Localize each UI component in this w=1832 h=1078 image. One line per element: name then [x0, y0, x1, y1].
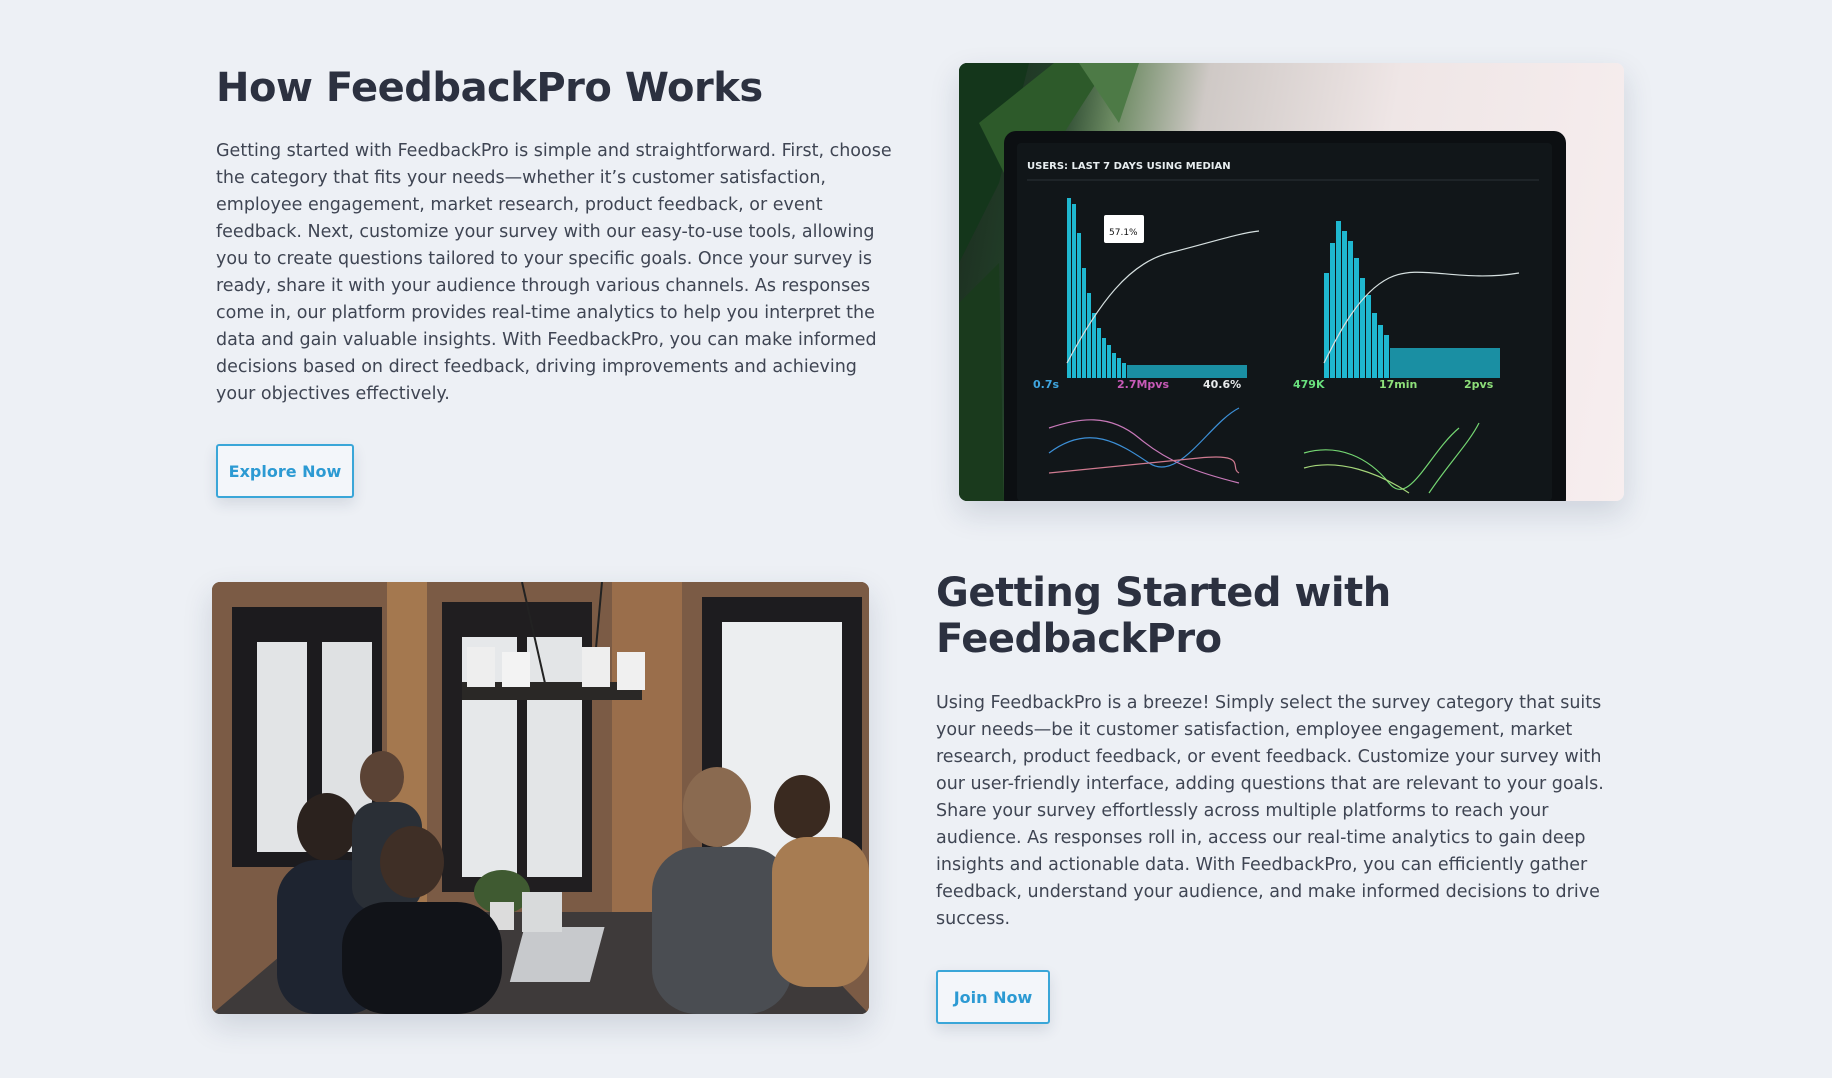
section-body-how-it-works: Getting started with FeedbackPro is simp…: [216, 141, 892, 404]
dashboard-laptop-image: USERS: LAST 7 DAYS USING MEDIAN 57.1% 0.…: [959, 63, 1624, 501]
team-meeting-illustration: [212, 582, 869, 1014]
dashboard-header-text: USERS: LAST 7 DAYS USING MEDIAN: [1027, 161, 1231, 172]
dashboard-illustration: USERS: LAST 7 DAYS USING MEDIAN 57.1% 0.…: [959, 63, 1566, 501]
stat-page-load: 0.7s: [1033, 378, 1059, 391]
section-body-getting-started: Using FeedbackPro is a breeze! Simply se…: [936, 693, 1604, 929]
stat-bounce-rate: 40.6%: [1203, 378, 1241, 391]
stat-session-length: 17min: [1379, 378, 1417, 391]
explore-now-button[interactable]: Explore Now: [216, 444, 354, 498]
dashboard-tooltip-value: 57.1%: [1109, 228, 1138, 238]
section-title-getting-started: Getting Started with FeedbackPro: [936, 570, 1391, 662]
section-title-how-it-works: How FeedbackPro Works: [216, 65, 763, 111]
join-now-button[interactable]: Join Now: [936, 970, 1050, 1024]
stat-page-views: 2.7Mpvs: [1117, 378, 1169, 391]
stat-sessions: 479K: [1293, 378, 1325, 391]
stat-pvs-per-session: 2pvs: [1464, 378, 1494, 391]
team-meeting-photo: [212, 582, 869, 1014]
